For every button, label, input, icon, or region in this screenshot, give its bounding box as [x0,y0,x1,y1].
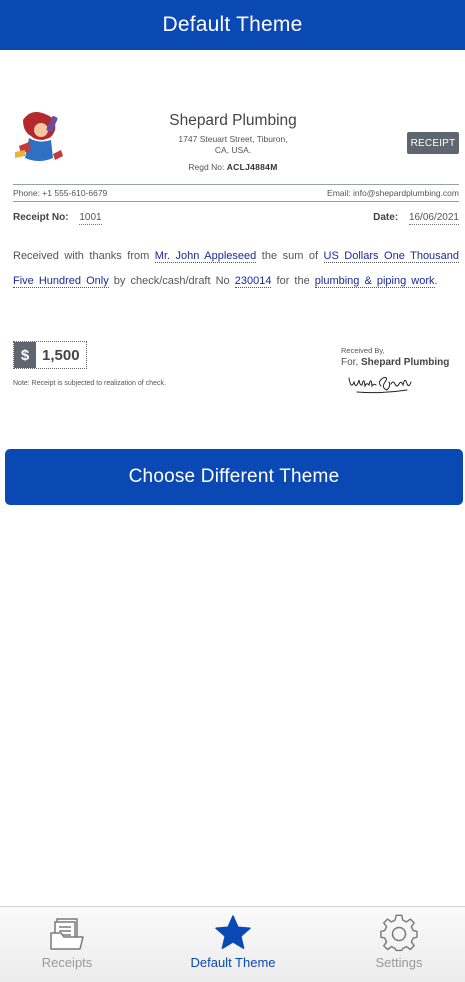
for-company: Shepard Plumbing [361,357,450,368]
contact-row: Phone: +1 555-610-6679 Email: info@shepa… [13,188,459,198]
currency-symbol: $ [14,342,36,368]
company-address-line2: CA, USA. [214,145,252,155]
phone-text: Phone: +1 555-610-6679 [13,188,108,198]
receipt-number: Receipt No: 1001 [13,212,102,225]
tab-label-receipts: Receipts [41,955,93,970]
text-sum: the sum of [261,250,319,262]
company-info: Shepard Plumbing 1747 Steuart Street, Ti… [123,112,343,172]
tab-receipts[interactable]: Receipts [7,913,127,970]
amount-value: 1,500 [42,346,80,364]
receipt-no-value: 1001 [79,212,102,225]
payment-purpose: plumbing & piping work [314,275,435,288]
receipt-date: Date: 16/06/2021 [373,212,459,225]
text-by: by check/cash/draft No [113,275,230,287]
page-title: Default Theme [162,13,303,36]
choose-different-theme-button[interactable]: Choose Different Theme [5,449,463,505]
payer-name: Mr. John Appleseed [154,250,257,263]
amount-box: $ 1,500 [13,341,87,369]
company-address-line1: 1747 Steuart Street, Tiburon, [178,134,288,144]
nav-bar: Default Theme [0,0,465,50]
regd-value: ACLJ4884M [226,162,278,172]
tab-settings[interactable]: Settings [339,913,459,970]
email-text: Email: info@shepardplumbing.com [327,188,459,198]
gear-icon [380,914,418,952]
signature-image [348,377,412,394]
text-for: for the [276,275,310,287]
registration-number: Regd No: ACLJ4884M [123,162,343,172]
receipt-number-row: Receipt No: 1001 Date: 16/06/2021 [13,212,459,225]
tab-bar: Receipts Default Theme Settings [0,906,465,982]
receipts-icon [50,918,84,950]
received-for: For, Shepard Plumbing [341,357,449,368]
date-value: 16/06/2021 [408,212,459,225]
tab-default-theme[interactable]: Default Theme [173,913,293,970]
tab-label-settings: Settings [375,955,423,970]
receipt-no-label: Receipt No: [13,212,69,223]
received-by-label: Received By, [341,346,385,355]
date-label: Date: [373,212,399,223]
for-label: For, [341,357,359,368]
receipt-badge: RECEIPT [407,132,459,154]
star-icon [215,915,251,949]
text-received: Received with thanks from [13,250,150,262]
receipt-note: Note: Receipt is subjected to realizatio… [13,380,166,387]
company-logo [15,112,63,161]
regd-label: Regd No: [188,162,225,172]
receipt-body: Received with thanks from Mr. John Apple… [13,244,460,294]
company-name: Shepard Plumbing [169,112,297,129]
divider-top [13,184,459,185]
tab-label-default-theme: Default Theme [190,955,276,970]
check-number: 230014 [234,275,272,288]
divider-bottom [13,201,459,202]
text-end: . [434,275,438,287]
